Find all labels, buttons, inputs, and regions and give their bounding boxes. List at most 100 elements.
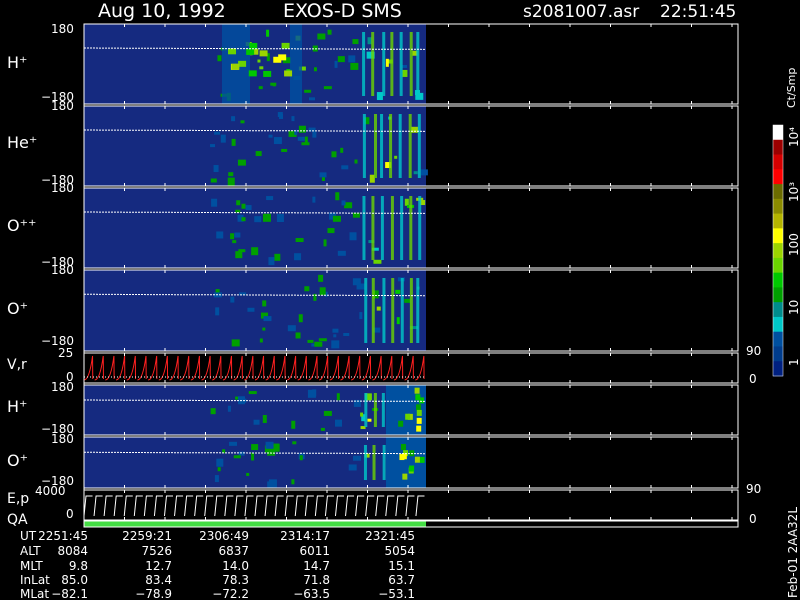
spectrogram-cell: [301, 142, 310, 146]
spectrogram-cell: [259, 66, 264, 70]
spectrogram-streak: [400, 278, 404, 343]
spectrogram-streak: [399, 32, 403, 96]
colorbar-segment: [773, 243, 783, 259]
spectrogram-cell: [266, 196, 274, 201]
spectrogram-cell: [233, 455, 241, 459]
spectrogram-cell: [213, 165, 219, 173]
panel-ymax-o-plus-1: 180: [51, 263, 74, 277]
spectrogram-cell: [394, 155, 398, 159]
orbit-value: 14.0: [222, 559, 249, 573]
spectrogram-cell: [327, 29, 332, 35]
spectrogram-cell: [348, 464, 357, 471]
colorbar-segment: [773, 361, 783, 377]
spectrogram-cell: [262, 414, 267, 423]
spectrogram-streak: [371, 32, 375, 96]
spectrogram-cell: [281, 42, 290, 49]
spectrogram-cell: [415, 394, 421, 401]
spectrogram-cell: [230, 233, 235, 240]
spectrogram-cell: [249, 42, 258, 49]
spectrogram-streak: [381, 393, 385, 427]
spectrogram-cell: [299, 455, 303, 461]
spectrogram-cell: [273, 137, 282, 145]
spectrogram-cell: [237, 159, 246, 166]
spectrogram-cell: [416, 404, 422, 411]
orbit-value: −63.5: [293, 587, 330, 600]
spectrogram-streak: [372, 445, 376, 480]
panel-label-ep: E,p: [7, 491, 29, 507]
spectrogram-cell: [319, 172, 327, 178]
spectrogram-cell: [312, 389, 317, 397]
colorbar-segment: [773, 302, 783, 318]
spectrogram-cell: [216, 231, 224, 239]
colorbar-segment: [773, 139, 783, 156]
spectrogram-cell: [262, 213, 271, 222]
orbit-value: 71.8: [303, 573, 330, 587]
spectrogram-streak: [390, 196, 394, 260]
orbit-label-mlt: MLT: [20, 559, 43, 573]
spectrogram-cell: [352, 278, 361, 286]
spectrogram-cell: [304, 89, 312, 93]
spectrogram-cell: [290, 24, 302, 104]
panel-label-vr: V,r: [7, 357, 27, 373]
spectrogram-cell: [402, 64, 408, 68]
orbit-label-inlat: InLat: [20, 573, 50, 587]
spectrogram-cell: [336, 393, 340, 401]
spectrogram-cell: [263, 316, 272, 322]
spectrogram-streak: [362, 32, 366, 96]
spectrogram-cell: [284, 70, 293, 77]
spectrogram-cell: [277, 112, 283, 118]
spectrogram-cell: [367, 418, 372, 422]
spectrogram-cell: [348, 55, 356, 63]
spectrogram-cell: [304, 136, 308, 143]
colorbar-segment: [773, 346, 783, 362]
spectrogram-cell: [268, 257, 275, 266]
spectrogram-cell: [234, 232, 241, 238]
orbit-value: −72.2: [212, 587, 249, 600]
header-file: s2081007.asr: [523, 2, 639, 22]
spectrogram-cell: [281, 148, 288, 152]
panel-label-qa: QA: [7, 512, 28, 528]
orbit-value: 7526: [141, 544, 172, 558]
spectrogram-cell: [323, 410, 332, 416]
spectrogram-cell: [247, 307, 255, 312]
spectrogram-cell: [211, 198, 218, 207]
spectrogram-streak: [380, 196, 384, 260]
spectrogram-cell: [414, 387, 420, 394]
colorbar-tick-label: 1: [787, 358, 800, 366]
spectrogram-streak: [391, 278, 395, 343]
orbit-value: 83.4: [145, 573, 172, 587]
spectrogram-cell: [272, 83, 276, 87]
spectrogram-cell: [251, 247, 259, 256]
spectrogram-streak: [373, 114, 377, 178]
spectrogram-cell: [248, 391, 257, 395]
panel-ymax-h-plus-1: 180: [51, 22, 74, 36]
spectrogram-cell: [236, 200, 241, 206]
orbit-value: 5054: [384, 544, 415, 558]
colorbar-segment: [773, 125, 783, 141]
colorbar-unit: Ct/Smp: [785, 68, 798, 108]
spectrogram-cell: [228, 172, 234, 177]
spectrogram-cell: [255, 151, 262, 157]
exos-d-sms-plot: Aug 10, 1992 EXOS-D SMS s2081007.asr 22:…: [0, 0, 800, 600]
spectrogram-cell: [335, 192, 340, 201]
spectrogram-cell: [402, 69, 408, 77]
spectrogram-streak: [389, 114, 393, 178]
spectrogram-cell: [227, 405, 231, 412]
spectrogram-cell: [241, 203, 246, 209]
panel-ymax-he-plus: 180: [51, 99, 74, 113]
spectrogram-cell: [259, 50, 268, 57]
spectrogram-cell: [235, 251, 243, 259]
colorbar-tick-label: 10: [787, 300, 800, 315]
spectrogram-cell: [217, 467, 221, 472]
spectrogram-cell: [416, 417, 422, 424]
panel-rightmin-vr: 0: [749, 372, 757, 386]
orbit-value: 63.7: [388, 573, 415, 587]
header-time: 22:51:45: [660, 2, 736, 22]
spectrogram-cell: [313, 67, 317, 72]
colorbar-segment: [773, 331, 783, 347]
spectrogram-cell: [396, 317, 400, 325]
spectrogram-cell: [214, 131, 221, 135]
spectrogram-cell: [210, 178, 217, 183]
spectrogram-streak: [364, 393, 368, 427]
spectrogram-cell: [341, 165, 349, 170]
